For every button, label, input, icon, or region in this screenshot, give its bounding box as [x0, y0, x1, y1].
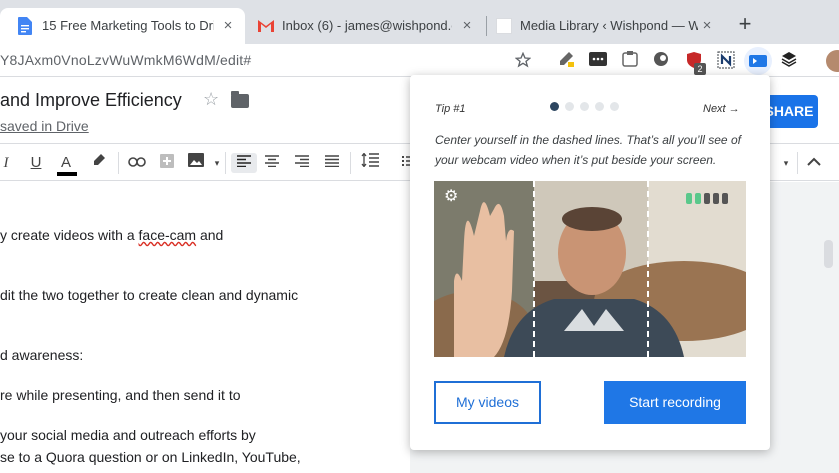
- image-dropdown-icon[interactable]: ▾: [207, 153, 227, 173]
- gmail-icon: [258, 20, 274, 32]
- docs-icon: [18, 17, 32, 35]
- document-page[interactable]: y create videos with a face-cam and dit …: [0, 182, 410, 473]
- save-status[interactable]: saved in Drive: [0, 118, 89, 134]
- next-tip-link[interactable]: Next →: [703, 103, 740, 115]
- address-bar-row: Y8JAxm0VnoLzvWuWmkM6WdM/edit# 2: [0, 44, 839, 77]
- audio-level-bar: [713, 193, 719, 204]
- document-line: re while presenting, and then send it to: [0, 387, 241, 403]
- insert-comment-icon[interactable]: [157, 153, 177, 173]
- audio-level-bar: [695, 193, 701, 204]
- profile-avatar[interactable]: [826, 50, 839, 72]
- close-tab-icon[interactable]: ×: [698, 17, 716, 35]
- insert-image-icon[interactable]: [186, 153, 206, 173]
- italic-icon[interactable]: I: [0, 153, 16, 173]
- tab-media-library[interactable]: Media Library ‹ Wishpond — W ×: [488, 8, 724, 44]
- url-field[interactable]: Y8JAxm0VnoLzvWuWmkM6WdM/edit#: [0, 52, 251, 68]
- tip-description: Center yourself in the dashed lines. Tha…: [435, 133, 741, 167]
- audio-level-indicator: [686, 193, 728, 204]
- close-tab-icon[interactable]: ×: [219, 17, 237, 35]
- screen-recorder-extension-icon[interactable]: [744, 47, 772, 75]
- my-videos-button[interactable]: My videos: [434, 381, 541, 424]
- layers-extension-icon[interactable]: [779, 51, 799, 71]
- text-color-icon[interactable]: A: [56, 153, 77, 176]
- tip-progress-dots: [550, 102, 619, 111]
- tab-google-doc[interactable]: 15 Free Marketing Tools to Driv ×: [0, 8, 245, 44]
- audio-level-bar: [686, 193, 692, 204]
- toolbar-separator: [118, 152, 119, 174]
- recorder-tip-popup: Tip #1 Next → Center yourself in the das…: [410, 75, 770, 450]
- new-tab-button[interactable]: +: [733, 13, 757, 37]
- tab-title: 15 Free Marketing Tools to Driv: [42, 18, 214, 33]
- align-left-icon[interactable]: [231, 153, 257, 173]
- align-center-icon[interactable]: [262, 153, 282, 173]
- toolbar-separator: [225, 152, 226, 174]
- bookmark-star-icon[interactable]: [515, 52, 531, 68]
- n-extension-icon[interactable]: [716, 51, 736, 71]
- progress-dot[interactable]: [595, 102, 604, 111]
- star-icon[interactable]: ☆: [203, 89, 219, 110]
- page-icon: [496, 18, 512, 34]
- dashed-guide-right: [647, 181, 649, 357]
- document-line: y create videos with a face-cam and: [0, 227, 224, 243]
- document-title[interactable]: and Improve Efficiency: [0, 90, 182, 111]
- toolbar-more-dropdown-icon[interactable]: ▾: [776, 153, 796, 173]
- document-line: dit the two together to create clean and…: [0, 287, 299, 303]
- heading-fragment: [0, 182, 240, 186]
- chat-extension-icon[interactable]: [588, 51, 608, 71]
- dashed-guide-left: [533, 181, 535, 357]
- tab-separator: [486, 16, 487, 36]
- eye-extension-icon[interactable]: [651, 51, 671, 71]
- align-justify-icon[interactable]: [322, 153, 342, 173]
- highlight-icon[interactable]: [89, 153, 109, 173]
- underline-icon[interactable]: U: [26, 153, 46, 173]
- document-line: your social media and outreach efforts b…: [0, 427, 256, 443]
- progress-dot[interactable]: [610, 102, 619, 111]
- progress-dot[interactable]: [550, 102, 559, 111]
- tip-label: Tip #1: [435, 103, 466, 115]
- tab-title: Inbox (6) - james@wishpond.co: [282, 18, 452, 33]
- collapse-toolbar-icon[interactable]: [804, 153, 824, 173]
- screen: 15 Free Marketing Tools to Driv × Inbox …: [0, 0, 839, 473]
- line-spacing-icon[interactable]: [360, 152, 380, 173]
- webcam-preview: ⚙: [434, 181, 746, 357]
- close-tab-icon[interactable]: ×: [458, 17, 476, 35]
- audio-level-bar: [704, 193, 710, 204]
- shield-extension-icon[interactable]: 2: [684, 51, 706, 75]
- document-line: se to a Quora question or on LinkedIn, Y…: [0, 449, 301, 465]
- toolbar-separator: [350, 152, 351, 174]
- tab-title: Media Library ‹ Wishpond — W: [520, 18, 698, 33]
- tab-inbox[interactable]: Inbox (6) - james@wishpond.co ×: [248, 8, 484, 44]
- webcam-frame-illustration: [434, 181, 746, 357]
- toolbar-separator: [797, 152, 798, 174]
- extension-badge: 2: [694, 63, 706, 75]
- scrollbar-thumb[interactable]: [824, 240, 833, 268]
- browser-tab-strip: 15 Free Marketing Tools to Driv × Inbox …: [0, 0, 839, 44]
- start-recording-button[interactable]: Start recording: [604, 381, 746, 424]
- settings-gear-icon[interactable]: ⚙: [444, 189, 460, 205]
- eyedropper-extension-icon[interactable]: [556, 51, 576, 71]
- link-icon[interactable]: [127, 153, 147, 173]
- audio-level-bar: [722, 193, 728, 204]
- folder-icon[interactable]: [231, 91, 249, 108]
- progress-dot[interactable]: [580, 102, 589, 111]
- progress-dot[interactable]: [565, 102, 574, 111]
- clipboard-extension-icon[interactable]: [620, 51, 640, 71]
- document-line: d awareness:: [0, 347, 84, 363]
- align-right-icon[interactable]: [292, 153, 312, 173]
